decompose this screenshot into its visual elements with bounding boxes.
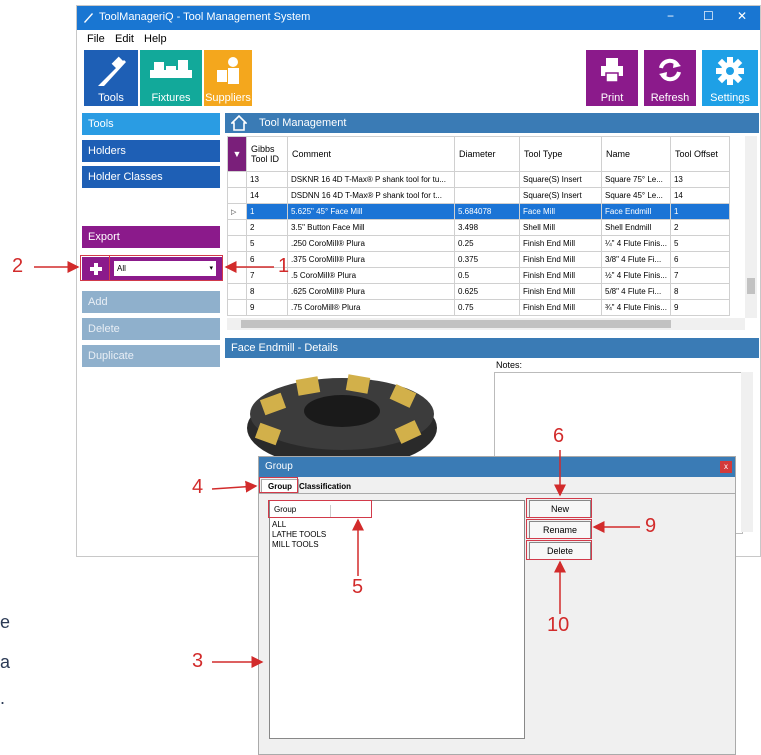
callout-9: 9: [645, 515, 657, 537]
cropped-text-2: a: [0, 652, 11, 672]
callout-3: 3: [192, 650, 204, 672]
cropped-text-3: .: [0, 688, 6, 708]
callout-2: 2: [12, 255, 24, 277]
callout-arrows: [34, 261, 640, 668]
callout-1: 1: [278, 255, 290, 277]
callout-10: 10: [547, 614, 570, 636]
callout-4: 4: [192, 476, 204, 498]
callout-6: 6: [553, 425, 565, 447]
cropped-text-1: e: [0, 612, 11, 632]
callout-5: 5: [352, 576, 364, 598]
